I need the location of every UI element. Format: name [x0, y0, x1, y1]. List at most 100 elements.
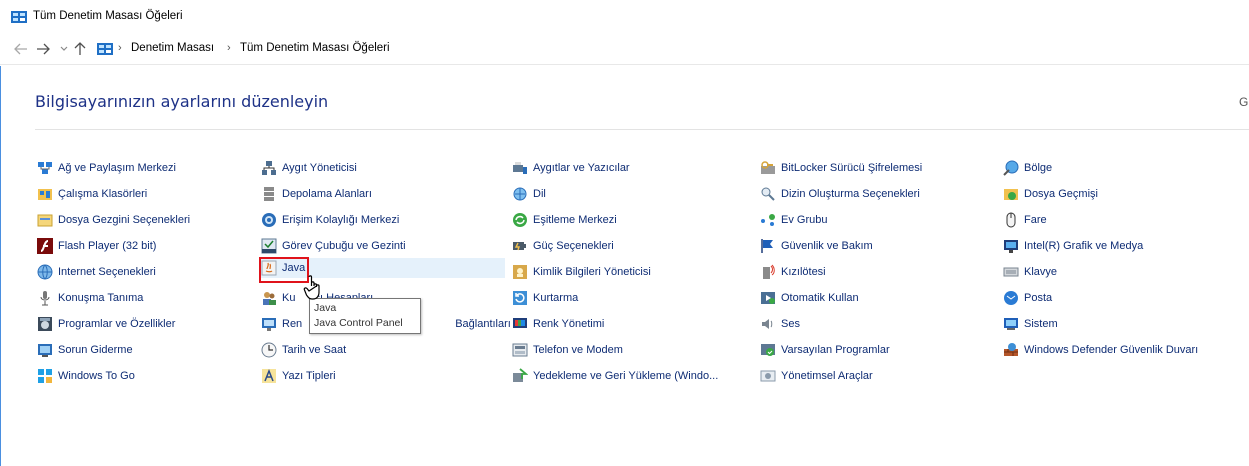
item-label: Ağ ve Paylaşım Merkezi — [58, 162, 176, 174]
credential-icon — [513, 265, 527, 279]
breadcrumb-control-panel[interactable]: Denetim Masası — [131, 42, 214, 54]
item-intel-graphics[interactable]: Intel(R) Grafik ve Medya — [1001, 236, 1143, 256]
item-internet-options[interactable]: Internet Seçenekleri — [35, 262, 156, 282]
item-taskbar-navigation[interactable]: Görev Çubuğu ve Gezinti — [259, 236, 406, 256]
item-mail[interactable]: Posta — [1001, 288, 1052, 308]
users-icon — [263, 292, 276, 305]
breadcrumb-all-items[interactable]: Tüm Denetim Masası Öğeleri — [240, 42, 390, 54]
infrared-icon — [763, 264, 775, 279]
item-label: Internet Seçenekleri — [58, 266, 156, 278]
item-label: Bölge — [1024, 162, 1053, 174]
item-programs-features[interactable]: Programlar ve Özellikler — [35, 314, 175, 334]
arrow-left-icon — [14, 43, 27, 55]
item-flash-player[interactable]: Flash Player (32 bit) — [35, 236, 156, 256]
item-fonts[interactable]: Yazı Tipleri — [259, 366, 336, 386]
arrow-up-icon — [74, 42, 86, 55]
intel-graphics-icon — [1004, 240, 1018, 253]
color-management-icon — [513, 318, 527, 328]
item-security-maintenance[interactable]: Güvenlik ve Bakım — [758, 236, 873, 256]
item-label: Güvenlik ve Bakım — [781, 240, 873, 252]
item-phone-modem[interactable]: Telefon ve Modem — [510, 340, 623, 360]
item-recovery[interactable]: Kurtarma — [510, 288, 578, 308]
item-ease-of-access[interactable]: Erişim Kolaylığı Merkezi — [259, 210, 399, 230]
item-label: Windows Defender Güvenlik Duvarı — [1024, 344, 1199, 356]
item-label: Güç Seçenekleri — [533, 240, 614, 252]
chevron-down-icon — [60, 46, 68, 51]
item-work-folders[interactable]: Çalışma Klasörleri — [35, 184, 147, 204]
item-keyboard[interactable]: Klavye — [1001, 262, 1057, 282]
item-label: Intel(R) Grafik ve Medya — [1024, 240, 1144, 252]
item-label: Kızılötesi — [781, 266, 826, 278]
item-credential-manager[interactable]: Kimlik Bilgileri Yöneticisi — [510, 262, 651, 282]
item-label: Windows To Go — [58, 370, 135, 382]
item-mouse[interactable]: Fare — [1001, 210, 1047, 230]
item-indexing-options[interactable]: Dizin Oluşturma Seçenekleri — [758, 184, 920, 204]
item-label: Flash Player (32 bit) — [58, 240, 157, 252]
page-title: Bilgisayarınızın ayarlarını düzenleyin — [35, 92, 329, 111]
item-label: Görev Çubuğu ve Gezinti — [282, 240, 406, 252]
taskbar-icon — [261, 238, 277, 254]
item-label: Fare — [1024, 214, 1047, 226]
item-storage-spaces[interactable]: Depolama Alanları — [259, 184, 372, 204]
view-by-label[interactable]: G — [1239, 95, 1248, 109]
breadcrumb-separator[interactable]: › — [118, 42, 122, 54]
item-network-sharing-center[interactable]: Ağ ve Paylaşım Merkezi — [35, 158, 176, 178]
item-default-programs[interactable]: Varsayılan Programlar — [758, 340, 890, 360]
tooltip: Java Java Control Panel — [309, 298, 421, 334]
item-region[interactable]: Bölge — [1001, 158, 1052, 178]
indexing-icon — [761, 187, 775, 201]
item-devices-printers[interactable]: Aygıtlar ve Yazıcılar — [510, 158, 630, 178]
item-power-options[interactable]: Güç Seçenekleri — [510, 236, 614, 256]
recovery-icon — [513, 291, 527, 305]
language-icon — [513, 187, 527, 201]
item-bitlocker[interactable]: BitLocker Sürücü Şifrelemesi — [758, 158, 922, 178]
item-administrative-tools[interactable]: Yönetimsel Araçlar — [758, 366, 873, 386]
item-speech-recognition[interactable]: Konuşma Tanıma — [35, 288, 143, 308]
item-autoplay[interactable]: Otomatik Kullan — [758, 288, 859, 308]
default-programs-icon — [761, 344, 775, 356]
homegroup-icon — [761, 214, 775, 226]
phone-icon — [512, 343, 528, 357]
sync-icon — [513, 213, 527, 227]
bitlocker-icon — [761, 161, 775, 174]
item-troubleshooting[interactable]: Sorun Giderme — [35, 340, 133, 360]
up-button[interactable] — [73, 42, 87, 56]
item-color-management[interactable]: Renk Yönetimi — [510, 314, 604, 334]
admin-tools-icon — [760, 370, 776, 382]
item-device-manager[interactable]: Aygıt Yöneticisi — [259, 158, 357, 178]
control-panel-icon — [97, 43, 113, 55]
item-infrared[interactable]: Kızılötesi — [758, 262, 826, 282]
device-manager-icon — [262, 161, 276, 175]
work-folders-icon — [38, 189, 52, 200]
highlight-box — [259, 257, 309, 283]
globe-icon — [37, 264, 53, 280]
item-sound[interactable]: Ses — [758, 314, 800, 334]
item-file-explorer-options[interactable]: Dosya Gezgini Seçenekleri — [35, 210, 190, 230]
item-label: Dosya Geçmişi — [1024, 188, 1098, 200]
windows-to-go-icon — [38, 369, 52, 383]
item-homegroup[interactable]: Ev Grubu — [758, 210, 827, 230]
item-label: Tarih ve Saat — [282, 344, 347, 356]
item-language[interactable]: Dil — [510, 184, 546, 204]
item-file-history[interactable]: Dosya Geçmişi — [1001, 184, 1098, 204]
microphone-icon — [40, 291, 50, 306]
item-label: Renk Yönetimi — [533, 318, 605, 330]
item-system[interactable]: Sistem — [1001, 314, 1058, 334]
forward-button[interactable] — [36, 42, 50, 56]
flag-icon — [761, 239, 773, 253]
breadcrumb-separator[interactable]: › — [227, 42, 231, 54]
region-icon — [1003, 160, 1019, 176]
item-label: Programlar ve Özellikler — [58, 318, 176, 330]
item-backup-restore[interactable]: Yedekleme ve Geri Yükleme (Windo... — [510, 366, 718, 386]
item-date-time[interactable]: Tarih ve Saat — [259, 340, 346, 360]
item-label: Varsayılan Programlar — [781, 344, 890, 356]
item-windows-to-go[interactable]: Windows To Go — [35, 366, 135, 386]
recent-locations-button[interactable] — [57, 42, 71, 56]
back-button[interactable] — [14, 42, 28, 56]
item-label: Aygıtlar ve Yazıcılar — [533, 162, 630, 174]
network-icon — [38, 162, 52, 174]
autoplay-icon — [761, 292, 775, 304]
arrow-right-icon — [37, 43, 50, 55]
item-sync-center[interactable]: Eşitleme Merkezi — [510, 210, 617, 230]
item-windows-defender-firewall[interactable]: Windows Defender Güvenlik Duvarı — [1001, 340, 1198, 360]
